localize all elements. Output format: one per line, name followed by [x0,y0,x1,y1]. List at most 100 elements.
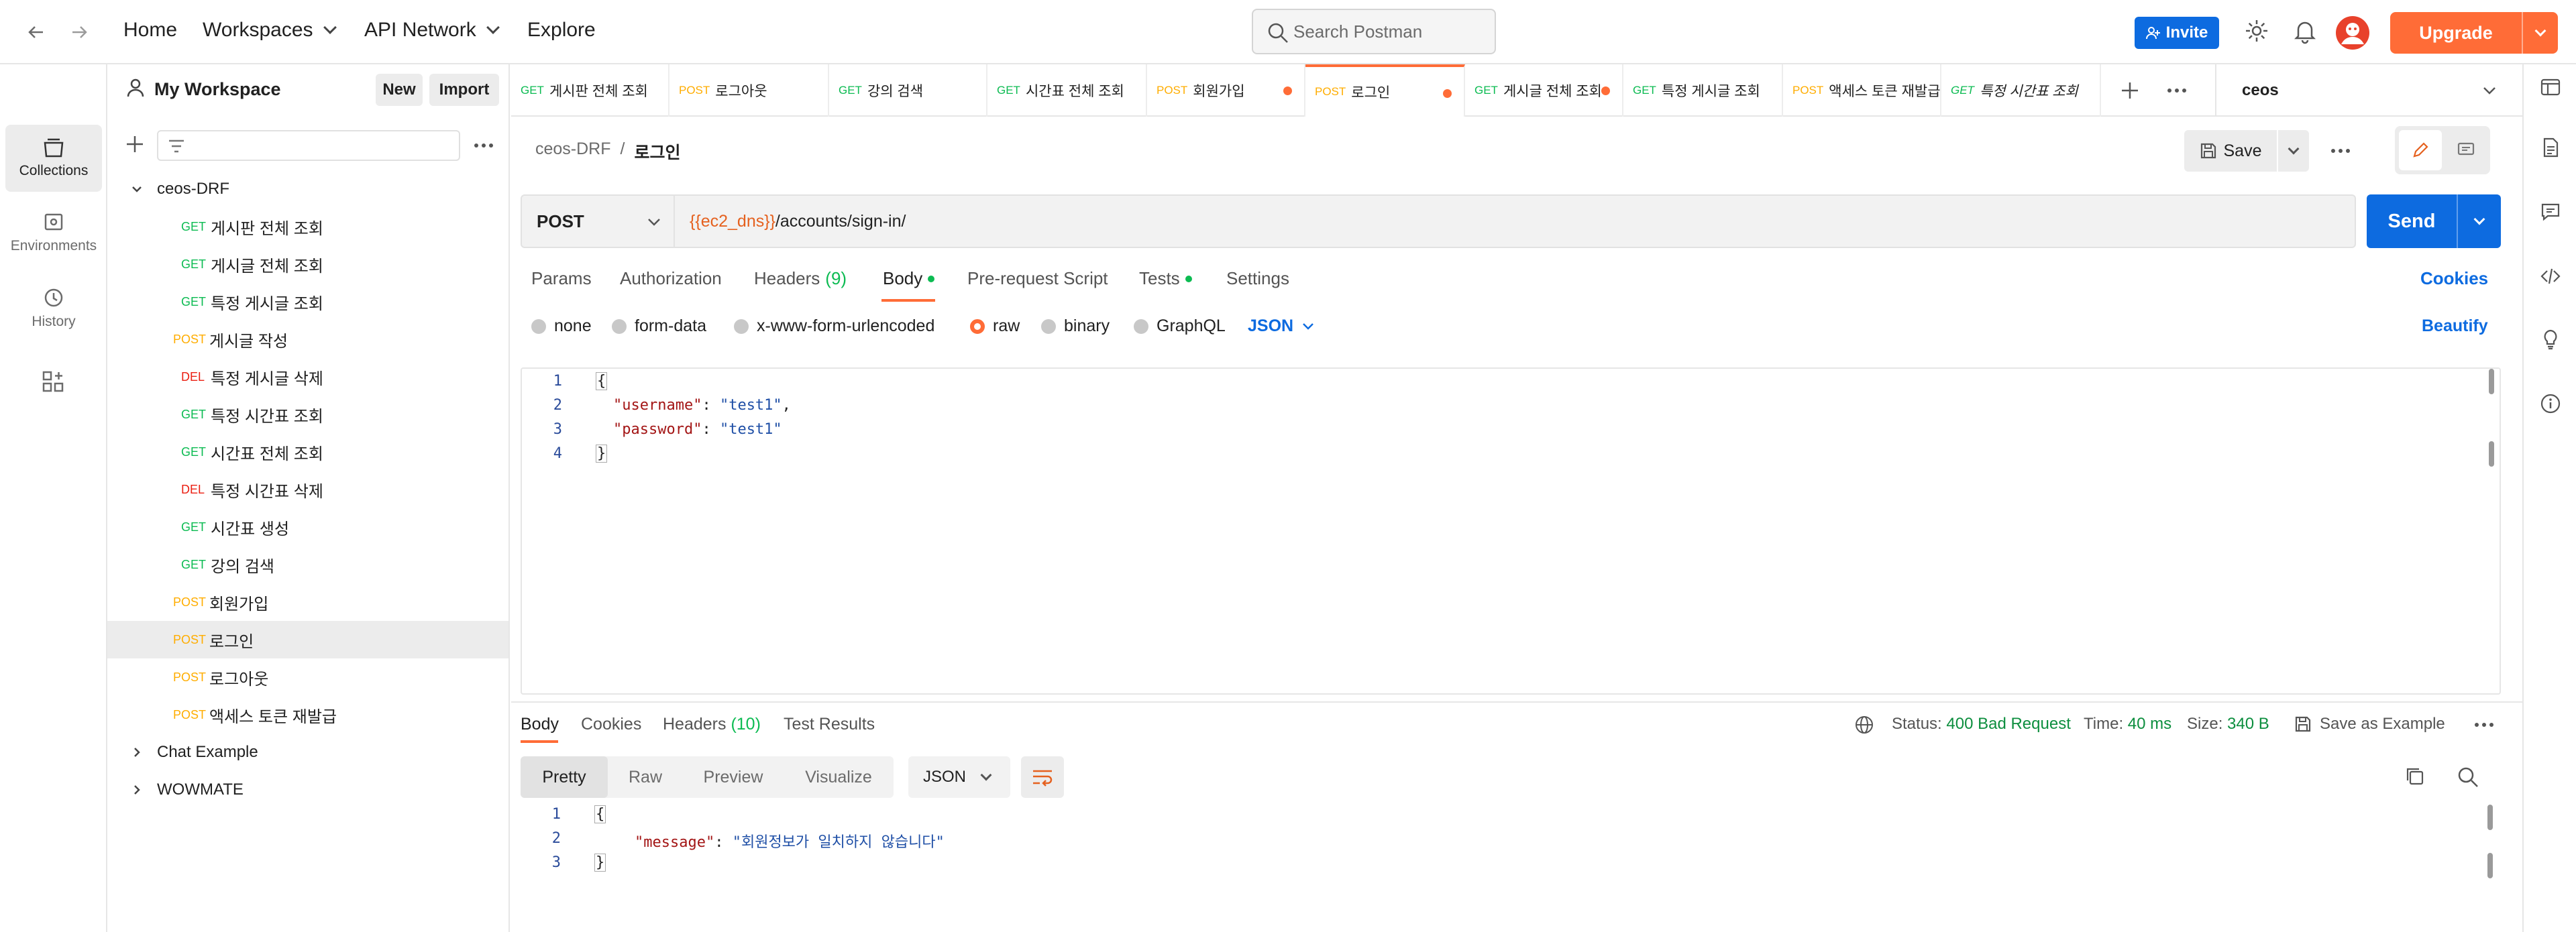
environment-select[interactable]: ceos [2215,64,2522,117]
tab-request[interactable]: POST 로그아웃 [669,64,829,117]
documentation-icon[interactable] [2540,137,2561,158]
tab-prerequest[interactable]: Pre-request Script [967,268,1108,289]
resp-tab-headers[interactable]: Headers (10) [663,715,761,734]
tab-authorization[interactable]: Authorization [620,268,722,289]
view-raw[interactable]: Raw [608,756,683,798]
globe-icon[interactable] [1854,715,1874,735]
response-time[interactable]: Time: 40 ms [2084,715,2171,734]
response-body-viewer[interactable]: 1 2 3 { "message": "회원정보가 일치하지 않습니다" } [521,802,2501,932]
list-item[interactable]: POST 액세스 토큰 재발급 [107,696,508,734]
save-as-example-button[interactable]: Save as Example [2294,715,2445,734]
cookies-link[interactable]: Cookies [2420,268,2488,289]
list-item[interactable]: GET 특정 게시글 조회 [107,283,508,321]
response-more-icon[interactable] [2474,721,2494,728]
list-item-selected[interactable]: POST 로그인 [107,621,508,658]
radio-graphql[interactable]: GraphQL [1134,316,1226,336]
tab-more-icon[interactable] [2167,87,2187,94]
list-item[interactable]: POST 회원가입 [107,583,508,621]
save-dropdown[interactable] [2278,130,2309,172]
tab-request-active[interactable]: POST 로그인 [1305,64,1465,117]
comments-icon[interactable] [2540,201,2561,223]
resp-tab-test-results[interactable]: Test Results [784,715,875,734]
new-button[interactable]: New [376,74,423,106]
url-input[interactable]: {{ec2_dns}}/accounts/sign-in/ [675,194,2356,248]
breadcrumb-collection[interactable]: ceos-DRF [535,139,611,164]
avatar[interactable] [2334,15,2371,51]
list-item[interactable]: GET 시간표 생성 [107,508,508,546]
api-network-menu[interactable]: API Network [364,19,500,42]
tab-request[interactable]: GET 게시판 전체 조회 [511,64,669,117]
radio-binary[interactable]: binary [1041,316,1110,336]
list-item[interactable]: DEL 특정 게시글 삭제 [107,358,508,396]
scrollbar[interactable] [2489,441,2494,467]
forward-arrow-icon[interactable] [62,15,97,50]
upgrade-dropdown[interactable] [2523,25,2558,37]
edit-pencil-icon[interactable] [2399,130,2442,170]
workbench-icon[interactable] [2540,76,2561,98]
rail-history[interactable]: History [5,275,102,342]
rail-collections[interactable]: Collections [5,125,102,192]
list-item[interactable]: GET 게시판 전체 조회 [107,208,508,245]
body-format-select[interactable]: JSON [1248,316,1315,336]
method-select[interactable]: POST [521,194,675,248]
filter-input[interactable] [157,130,460,161]
more-icon[interactable] [474,142,494,149]
copy-icon[interactable] [2404,766,2426,787]
workspaces-menu[interactable]: Workspaces [203,19,337,42]
tab-request[interactable]: GET 특정 시간표 조회 [1941,64,2101,117]
add-widget-icon[interactable] [42,370,64,393]
response-size[interactable]: Size: 340 B [2187,715,2269,734]
view-preview[interactable]: Preview [683,756,784,798]
comment-icon[interactable] [2445,130,2487,170]
info-icon[interactable] [2540,393,2561,414]
upgrade-button[interactable]: Upgrade [2390,12,2558,54]
collection-wowmate[interactable]: WOWMATE [107,771,508,809]
resp-tab-body[interactable]: Body [521,715,559,734]
request-more-icon[interactable] [2330,148,2351,154]
list-item[interactable]: GET 게시글 전체 조회 [107,245,508,283]
plus-icon[interactable] [125,134,145,154]
radio-none[interactable]: none [531,316,592,336]
response-format-select[interactable]: JSON [908,756,1010,798]
request-body-editor[interactable]: 1 2 3 4 { "username": "test1", "password… [521,367,2501,695]
search-icon[interactable] [2457,766,2479,789]
view-pretty[interactable]: Pretty [521,756,608,798]
collection-ceos-drf[interactable]: ceos-DRF [107,170,508,208]
scrollbar[interactable] [2487,853,2493,878]
list-item[interactable]: GET 시간표 전체 조회 [107,433,508,471]
lightbulb-icon[interactable] [2540,329,2561,350]
radio-raw[interactable]: raw [970,316,1020,336]
tab-request[interactable]: POST 액세스 토큰 재발급 [1783,64,1941,117]
list-item[interactable]: GET 강의 검색 [107,546,508,583]
resp-tab-cookies[interactable]: Cookies [581,715,641,734]
new-tab-plus-icon[interactable] [2120,80,2140,101]
code-icon[interactable] [2540,266,2561,287]
list-item[interactable]: POST 로그아웃 [107,658,508,696]
rail-environments[interactable]: Environments [5,200,102,267]
list-item[interactable]: DEL 특정 시간표 삭제 [107,471,508,508]
list-item[interactable]: POST 게시글 작성 [107,321,508,358]
tab-headers[interactable]: Headers (9) [754,268,847,289]
tab-body[interactable]: Body [883,268,935,289]
home-link[interactable]: Home [123,19,177,42]
scrollbar[interactable] [2487,805,2493,830]
wrap-lines-icon[interactable] [1021,756,1064,798]
send-button[interactable]: Send [2367,194,2501,248]
tab-tests[interactable]: Tests [1139,268,1192,289]
save-button[interactable]: Save [2184,130,2277,172]
invite-button[interactable]: Invite [2135,17,2219,49]
back-arrow-icon[interactable] [19,15,54,50]
tab-params[interactable]: Params [531,268,592,289]
tab-request[interactable]: GET 특정 게시글 조회 [1623,64,1783,117]
tab-request[interactable]: GET 강의 검색 [829,64,987,117]
collection-chat-example[interactable]: Chat Example [107,734,508,771]
explore-link[interactable]: Explore [527,19,596,42]
tab-settings[interactable]: Settings [1226,268,1289,289]
view-visualize[interactable]: Visualize [784,756,894,798]
bell-icon[interactable] [2292,17,2318,44]
radio-urlencoded[interactable]: x-www-form-urlencoded [734,316,934,336]
tab-request[interactable]: GET 시간표 전체 조회 [987,64,1147,117]
list-item[interactable]: GET 특정 시간표 조회 [107,396,508,433]
beautify-link[interactable]: Beautify [2422,316,2488,336]
tab-request-unsaved[interactable]: POST 회원가입 [1147,64,1305,117]
